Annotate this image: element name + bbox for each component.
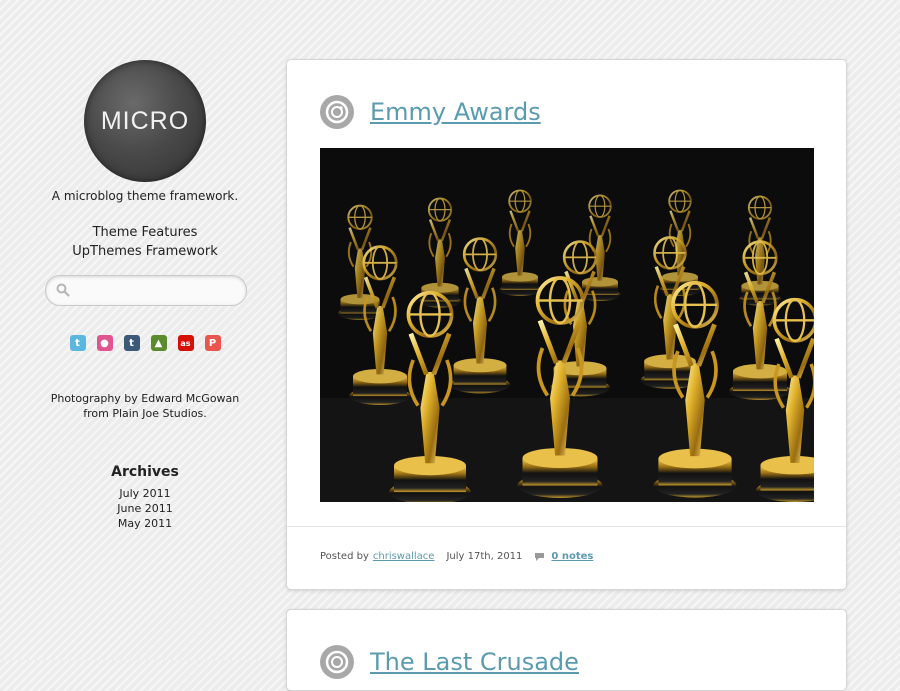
site-logo[interactable]: MICRO: [84, 60, 206, 182]
forrst-icon[interactable]: ▲: [150, 335, 167, 351]
archives-list: July 2011 June 2011 May 2011: [40, 486, 250, 531]
logo-text: MICRO: [100, 106, 190, 135]
archive-link-june-2011[interactable]: June 2011: [40, 501, 250, 516]
search-input[interactable]: [76, 280, 240, 302]
post-image[interactable]: [320, 148, 814, 502]
posterous-icon[interactable]: P: [204, 335, 221, 351]
post-title[interactable]: Emmy Awards: [370, 98, 541, 126]
nav-upthemes-framework[interactable]: UpThemes Framework: [40, 242, 250, 261]
post-author-link[interactable]: chriswallace: [373, 551, 435, 562]
sidebar: MICRO A microblog theme framework. Theme…: [40, 60, 250, 531]
photo-credit: Photography by Edward McGowan from Plain…: [40, 391, 250, 421]
emmy-statuettes-image: [320, 148, 814, 502]
archive-link-july-2011[interactable]: July 2011: [40, 486, 250, 501]
tumblr-icon[interactable]: t: [123, 335, 140, 351]
main-nav: Theme Features UpThemes Framework: [40, 223, 250, 261]
archives-heading: Archives: [111, 464, 179, 480]
credit-line-2: from Plain Joe Studios.: [83, 407, 207, 420]
social-links: t ● t ▲ as P: [40, 335, 250, 351]
twitter-icon[interactable]: t: [69, 335, 86, 351]
post-date: July 17th, 2011: [446, 551, 523, 562]
post-card: The Last Crusade: [286, 609, 847, 691]
posted-by-label: Posted by: [320, 551, 369, 562]
photo-post-icon: [320, 645, 354, 679]
post-title[interactable]: The Last Crusade: [370, 648, 579, 676]
post-header: The Last Crusade: [320, 645, 579, 679]
post-card: Emmy Awards Posted by chriswallace July …: [286, 59, 847, 590]
post-meta: Posted by chriswallace July 17th, 2011 0…: [320, 551, 593, 562]
site-tagline: A microblog theme framework.: [51, 189, 239, 203]
nav-theme-features[interactable]: Theme Features: [40, 223, 250, 242]
comment-bubble-icon: [535, 552, 545, 561]
post-notes-link[interactable]: 0 notes: [551, 551, 593, 562]
photo-post-icon: [320, 95, 354, 129]
post-header: Emmy Awards: [320, 95, 541, 129]
post-footer: Posted by chriswallace July 17th, 2011 0…: [287, 526, 846, 562]
archive-link-may-2011[interactable]: May 2011: [40, 516, 250, 531]
credit-line-1: Photography by Edward McGowan: [50, 392, 240, 405]
search-box[interactable]: [45, 275, 247, 306]
lastfm-icon[interactable]: as: [177, 335, 194, 351]
search-icon: [56, 283, 70, 297]
dribbble-icon[interactable]: ●: [96, 335, 113, 351]
